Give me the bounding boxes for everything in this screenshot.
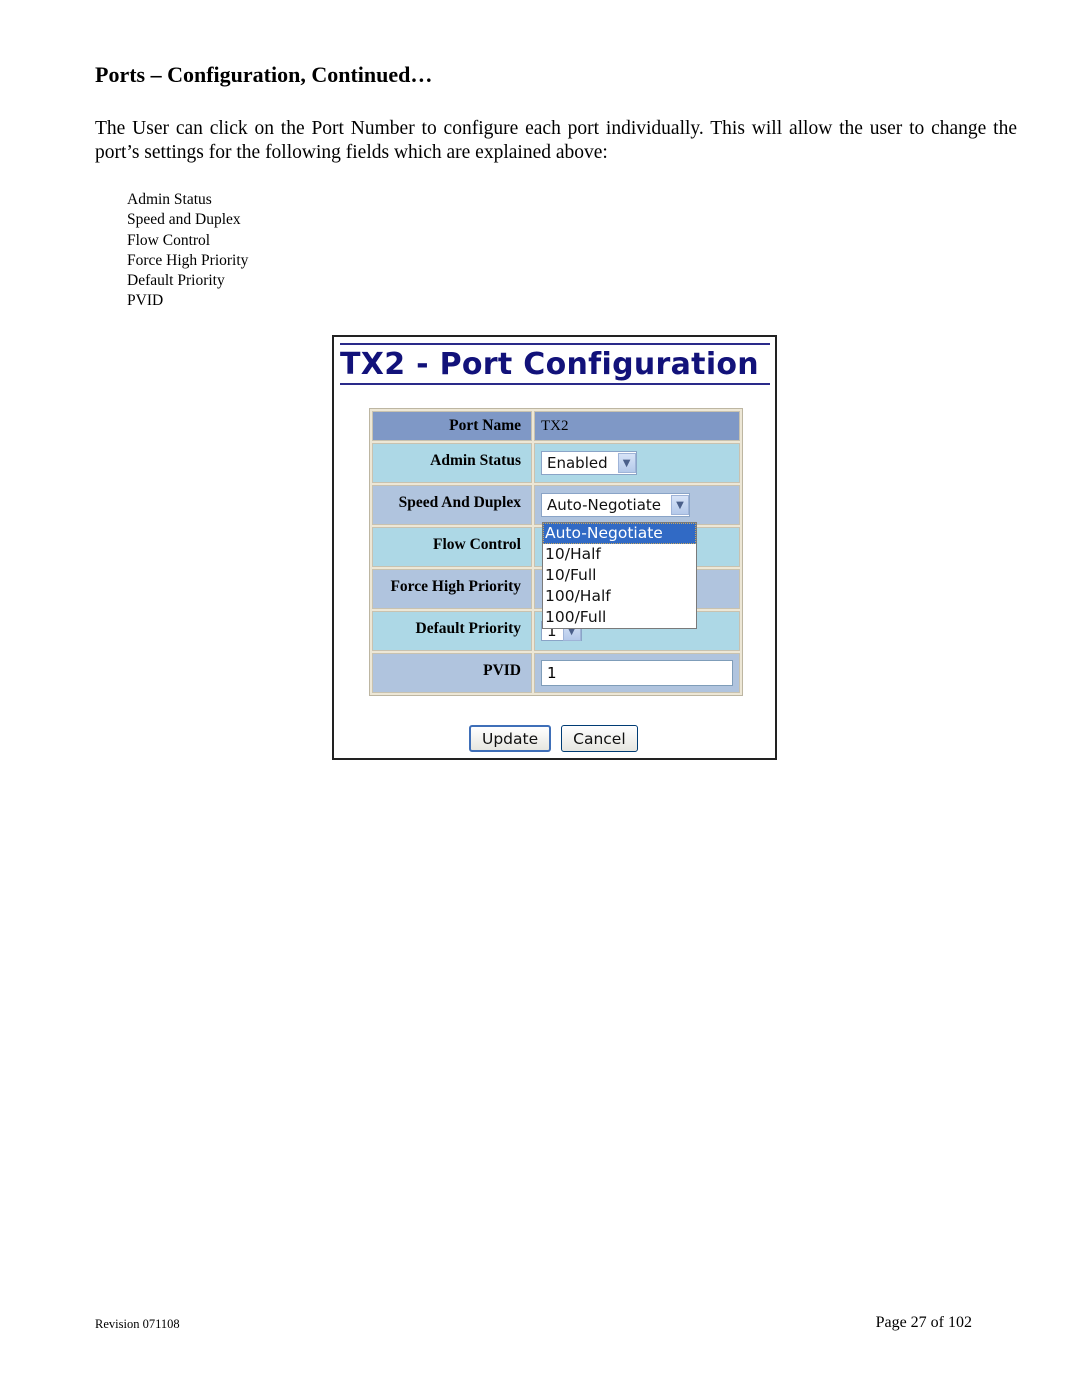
dropdown-option[interactable]: 10/Half (543, 544, 696, 565)
admin-status-value: Enabled (547, 454, 608, 472)
row-label: Port Name (372, 411, 532, 441)
port-name-value: TX2 (534, 411, 740, 441)
row-label: Flow Control (372, 527, 532, 567)
cancel-button[interactable]: Cancel (561, 725, 638, 752)
table-row: Port Name TX2 (372, 411, 740, 441)
dropdown-option[interactable]: Auto-Negotiate (543, 523, 696, 544)
update-button[interactable]: Update (469, 725, 552, 752)
field-list-item: Speed and Duplex (127, 211, 241, 229)
table-row: Admin Status Enabled ▼ (372, 443, 740, 483)
row-label: Speed And Duplex (372, 485, 532, 525)
table-row: PVID (372, 653, 740, 693)
pvid-input[interactable] (541, 660, 733, 686)
chevron-down-icon[interactable]: ▼ (617, 453, 636, 473)
speed-duplex-value: Auto-Negotiate (547, 496, 662, 514)
port-config-title: TX2 - Port Configuration (340, 343, 770, 385)
row-label: PVID (372, 653, 532, 693)
admin-status-select[interactable]: Enabled ▼ (541, 451, 637, 475)
field-list-item: Admin Status (127, 191, 212, 208)
field-list-item: Flow Control (127, 231, 211, 249)
dropdown-option[interactable]: 100/Half (543, 586, 696, 607)
row-label: Default Priority (372, 611, 532, 651)
page-heading: Ports – Configuration, Continued… (95, 62, 433, 87)
intro-paragraph: The User can click on the Port Number to… (95, 118, 1017, 163)
field-list-item: Force High Priority (127, 251, 249, 269)
chevron-down-icon[interactable]: ▼ (671, 495, 690, 515)
speed-duplex-select[interactable]: Auto-Negotiate ▼ (541, 493, 691, 517)
page-number: Page 27 of 102 (875, 1314, 972, 1331)
field-list: Admin Status Speed and Duplex Flow Contr… (127, 190, 248, 312)
field-list-item: PVID (127, 292, 164, 310)
dropdown-option[interactable]: 100/Full (543, 607, 696, 628)
row-label: Force High Priority (372, 569, 532, 609)
field-list-item: Default Priority (127, 272, 225, 290)
dropdown-option[interactable]: 10/Full (543, 565, 696, 586)
row-label: Admin Status (372, 443, 532, 483)
speed-duplex-dropdown[interactable]: Auto-Negotiate 10/Half 10/Full 100/Half … (542, 522, 697, 629)
table-row: Speed And Duplex Auto-Negotiate ▼ (372, 485, 740, 525)
revision-label: Revision 071108 (95, 1317, 180, 1331)
port-config-screenshot: TX2 - Port Configuration Port Name TX2 A… (332, 335, 777, 760)
button-row: Update Cancel (469, 725, 638, 752)
